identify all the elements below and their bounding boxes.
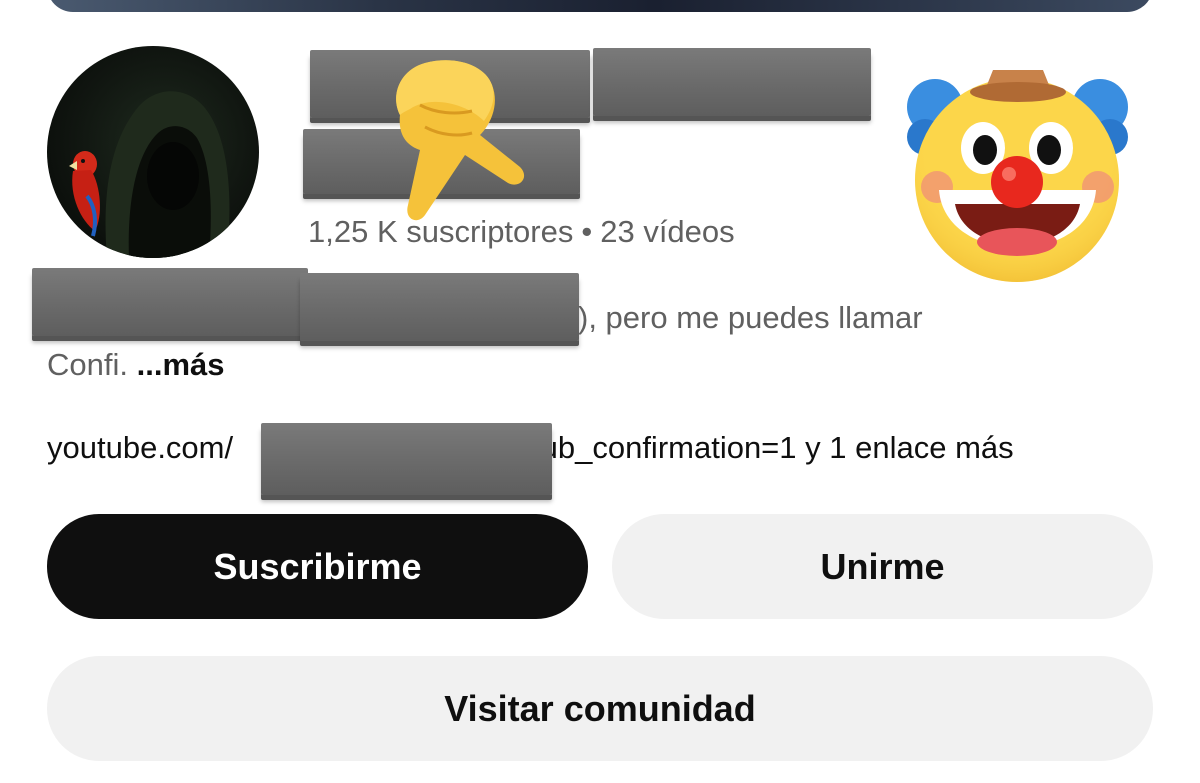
description-text: ), pero me puedes llamar	[578, 300, 923, 335]
redacted-channel-name	[593, 48, 871, 116]
visit-community-button[interactable]: Visitar comunidad	[47, 656, 1153, 761]
redacted-link	[261, 423, 552, 495]
channel-banner[interactable]	[47, 0, 1153, 12]
channel-stats: 1,25 K suscriptores • 23 vídeos	[308, 214, 735, 250]
pointing-down-hand-icon	[380, 55, 530, 230]
channel-page: 1,25 K suscriptores • 23 vídeos), pero …	[0, 0, 1200, 783]
more-description-link[interactable]: ...más	[137, 347, 225, 382]
join-button[interactable]: Unirme	[612, 514, 1153, 619]
redacted-description	[32, 268, 308, 336]
description-line-2: Confi. ...más	[47, 347, 225, 383]
channel-avatar[interactable]	[47, 46, 259, 258]
separator-dot: •	[581, 214, 593, 249]
video-count: 23 vídeos	[600, 214, 735, 249]
clown-face-icon	[905, 62, 1130, 292]
description-text: Confi.	[47, 347, 128, 382]
subscribe-button[interactable]: Suscribirme	[47, 514, 588, 619]
hooded-figure-image	[69, 91, 230, 258]
link-prefix[interactable]: youtube.com/	[47, 430, 233, 465]
link-suffix[interactable]: sub_confirmation=1 y 1 enlace más	[525, 430, 1014, 465]
description-line-1: ), pero me puedes llamar	[578, 300, 923, 336]
subscriber-count: 1,25 K suscriptores	[308, 214, 574, 249]
redacted-description	[300, 273, 579, 341]
